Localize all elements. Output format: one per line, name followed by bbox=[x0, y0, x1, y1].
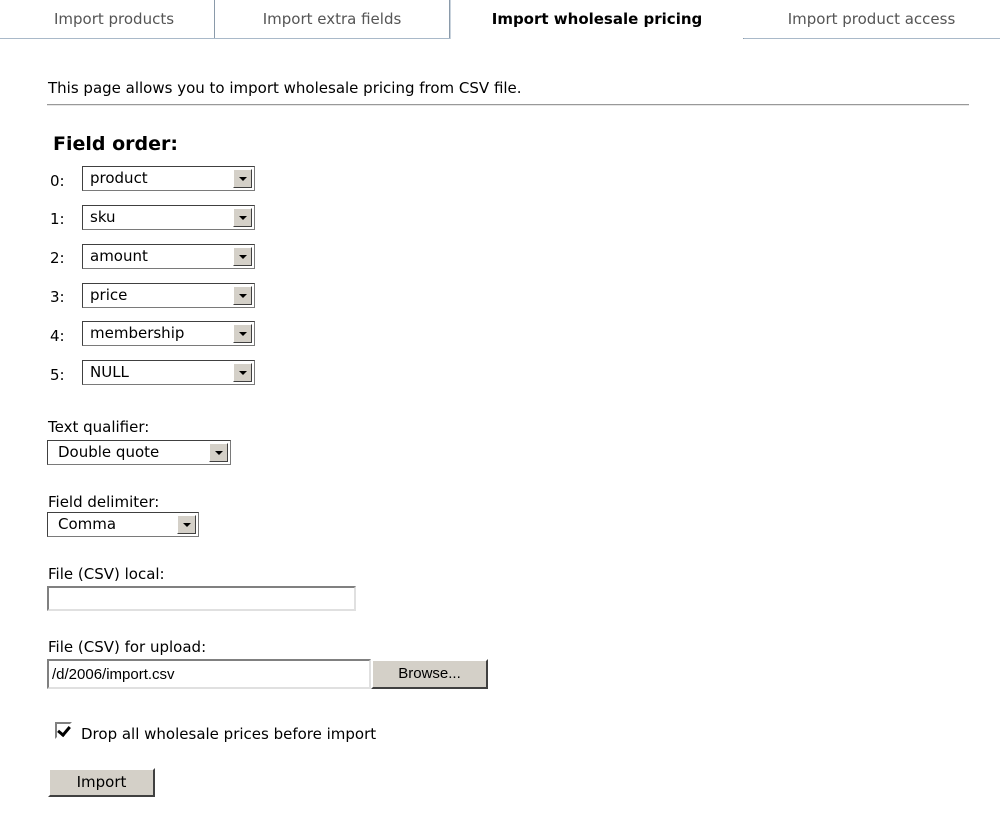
chevron-down-icon bbox=[233, 169, 252, 188]
field-index-0: 0: bbox=[50, 172, 65, 190]
field-index-4: 4: bbox=[50, 327, 65, 345]
field-index-1: 1: bbox=[50, 210, 65, 228]
chevron-down-icon bbox=[233, 363, 252, 382]
input-value: /d/2006/import.csv bbox=[52, 666, 175, 683]
file-upload-input[interactable]: /d/2006/import.csv bbox=[47, 659, 371, 689]
tab-import-wholesale-pricing[interactable]: Import wholesale pricing bbox=[450, 0, 744, 39]
select-value: price bbox=[90, 286, 128, 304]
divider bbox=[47, 104, 969, 106]
tab-import-product-access[interactable]: Import product access bbox=[743, 0, 1000, 38]
field-delimiter-select[interactable]: Comma bbox=[47, 512, 199, 537]
field-order-select-3[interactable]: price bbox=[82, 283, 255, 308]
drop-prices-label: Drop all wholesale prices before import bbox=[81, 725, 377, 743]
field-order-select-1[interactable]: sku bbox=[82, 205, 255, 230]
tab-bar: Import products Import extra fields Impo… bbox=[0, 0, 1000, 39]
field-order-select-4[interactable]: membership bbox=[82, 321, 255, 346]
select-value: product bbox=[90, 169, 148, 187]
tab-import-products[interactable]: Import products bbox=[14, 0, 215, 38]
select-value: sku bbox=[90, 208, 116, 226]
browse-button[interactable]: Browse... bbox=[371, 659, 488, 689]
text-qualifier-label: Text qualifier: bbox=[48, 418, 150, 436]
field-index-3: 3: bbox=[50, 288, 65, 306]
field-order-heading: Field order: bbox=[53, 133, 178, 155]
chevron-down-icon bbox=[209, 443, 228, 462]
field-delimiter-label: Field delimiter: bbox=[48, 493, 160, 511]
chevron-down-icon bbox=[233, 324, 252, 343]
select-value: NULL bbox=[90, 363, 129, 381]
field-index-2: 2: bbox=[50, 249, 65, 267]
field-order-select-2[interactable]: amount bbox=[82, 244, 255, 269]
field-index-5: 5: bbox=[50, 366, 65, 384]
file-upload-label: File (CSV) for upload: bbox=[48, 638, 207, 656]
chevron-down-icon bbox=[177, 515, 196, 534]
drop-prices-checkbox[interactable] bbox=[55, 722, 72, 739]
select-value: amount bbox=[90, 247, 148, 265]
page-description: This page allows you to import wholesale… bbox=[48, 79, 522, 97]
import-button[interactable]: Import bbox=[48, 768, 155, 797]
field-order-select-0[interactable]: product bbox=[82, 166, 255, 191]
file-local-input[interactable] bbox=[47, 586, 356, 611]
select-value: Comma bbox=[58, 515, 117, 533]
chevron-down-icon bbox=[233, 208, 252, 227]
file-local-label: File (CSV) local: bbox=[48, 565, 165, 583]
field-order-select-5[interactable]: NULL bbox=[82, 360, 255, 385]
text-qualifier-select[interactable]: Double quote bbox=[47, 440, 231, 465]
select-value: membership bbox=[90, 324, 185, 342]
select-value: Double quote bbox=[58, 443, 160, 461]
tab-import-extra-fields[interactable]: Import extra fields bbox=[215, 0, 450, 38]
chevron-down-icon bbox=[233, 247, 252, 266]
chevron-down-icon bbox=[233, 286, 252, 305]
